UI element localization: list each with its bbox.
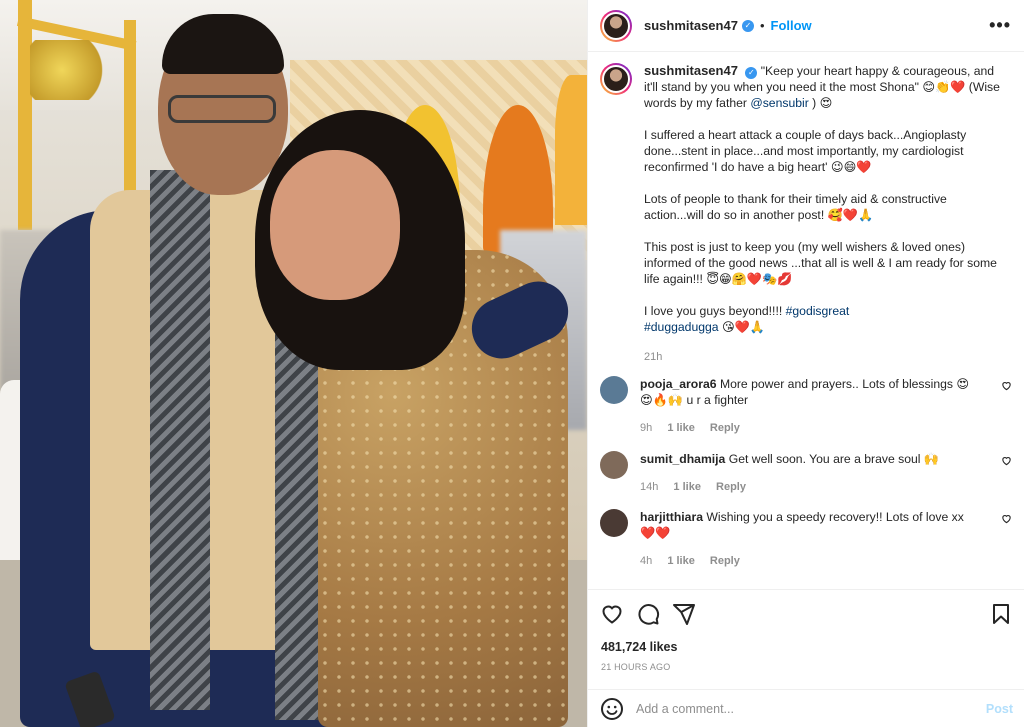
bookmark-icon[interactable] [989,602,1013,626]
comment-item: sumit_dhamija Get well soon. You are a b… [600,451,1018,495]
follow-button[interactable]: Follow [771,18,812,33]
caption-paragraph: This post is just to keep you (my well w… [644,240,997,286]
comment-time[interactable]: 9h [640,422,652,434]
comments-scroll-area[interactable]: sushmitasen47 ✓ "Keep your heart happy &… [588,53,1024,588]
comment-meta: 9h 1 like Reply [640,420,980,436]
verified-badge-icon: ✓ [741,19,754,32]
caption-paragraph-end: 😘❤️🙏 [718,320,766,334]
commenter-username[interactable]: pooja_arora6 [640,377,717,391]
reply-button[interactable]: Reply [710,555,740,567]
more-options-icon[interactable]: ••• [989,15,1011,36]
comment-time[interactable]: 14h [640,481,658,493]
comment-item: pooja_arora6 More power and prayers.. Lo… [600,376,1018,436]
post-timestamp[interactable]: 21 HOURS AGO [601,662,670,672]
caption-paragraph: I suffered a heart attack a couple of da… [644,128,967,174]
woman-face [270,150,400,300]
comment-icon[interactable] [636,602,660,626]
reply-button[interactable]: Reply [716,481,746,493]
comment-likes[interactable]: 1 like [667,422,695,434]
comment-like-heart-icon[interactable] [1001,513,1012,524]
comment-time[interactable]: 4h [640,555,652,567]
decor-pillar [18,0,32,230]
comment-meta: 4h 1 like Reply [640,553,980,569]
post-sidebar: sushmitasen47 ✓ • Follow ••• sushmitasen… [587,0,1024,727]
commenter-avatar[interactable] [600,376,628,404]
author-username[interactable]: sushmitasen47 [644,18,738,33]
likes-count[interactable]: 481,724 likes [601,640,677,654]
post-actions: 481,724 likes 21 HOURS AGO [588,589,1024,689]
mention-link[interactable]: @sensubir [750,96,808,110]
comment-meta: 14h 1 like Reply [640,479,980,495]
hashtag-link[interactable]: #duggadugga [644,320,719,334]
commenter-avatar[interactable] [600,509,628,537]
separator: • [759,18,765,33]
caption-paragraph: I love you guys beyond!!!! [644,304,786,318]
comment-input[interactable] [636,701,966,716]
glasses [168,95,276,123]
comment-likes[interactable]: 1 like [667,555,695,567]
decor-arch [555,75,587,225]
post-comment-button[interactable]: Post [986,702,1013,716]
caption: sushmitasen47 ✓ "Keep your heart happy &… [600,63,1018,365]
comment-text: Get well soon. You are a brave soul 🙌 [728,452,940,466]
caption-paragraph-end: ) 😍 [808,96,833,110]
caption-avatar[interactable] [600,63,632,95]
comment-like-heart-icon[interactable] [1001,455,1012,466]
author-avatar[interactable] [600,9,632,42]
commenter-avatar[interactable] [600,451,628,479]
comment-item: harjitthiara Wishing you a speedy recove… [600,509,1018,569]
caption-paragraph: Lots of people to thank for their timely… [644,192,947,222]
post-photo[interactable] [0,0,587,727]
verified-badge-icon: ✓ [745,67,758,79]
share-icon[interactable] [672,602,696,626]
emoji-icon[interactable] [600,697,624,721]
comment-likes[interactable]: 1 like [673,481,701,493]
commenter-username[interactable]: harjitthiara [640,510,703,524]
add-comment-bar: Post [588,689,1024,727]
comment-like-heart-icon[interactable] [1001,380,1012,391]
commenter-username[interactable]: sumit_dhamija [640,452,725,466]
caption-username[interactable]: sushmitasen47 [644,63,738,78]
caption-timestamp[interactable]: 21h [644,349,1008,365]
heart-icon[interactable] [600,602,624,626]
hashtag-link[interactable]: #godisgreat [786,304,850,318]
caption-text: sushmitasen47 ✓ "Keep your heart happy &… [644,63,1008,365]
post-header: sushmitasen47 ✓ • Follow ••• [588,0,1024,52]
man-scarf [150,170,210,710]
reply-button[interactable]: Reply [710,422,740,434]
decor-flowers [30,40,110,100]
